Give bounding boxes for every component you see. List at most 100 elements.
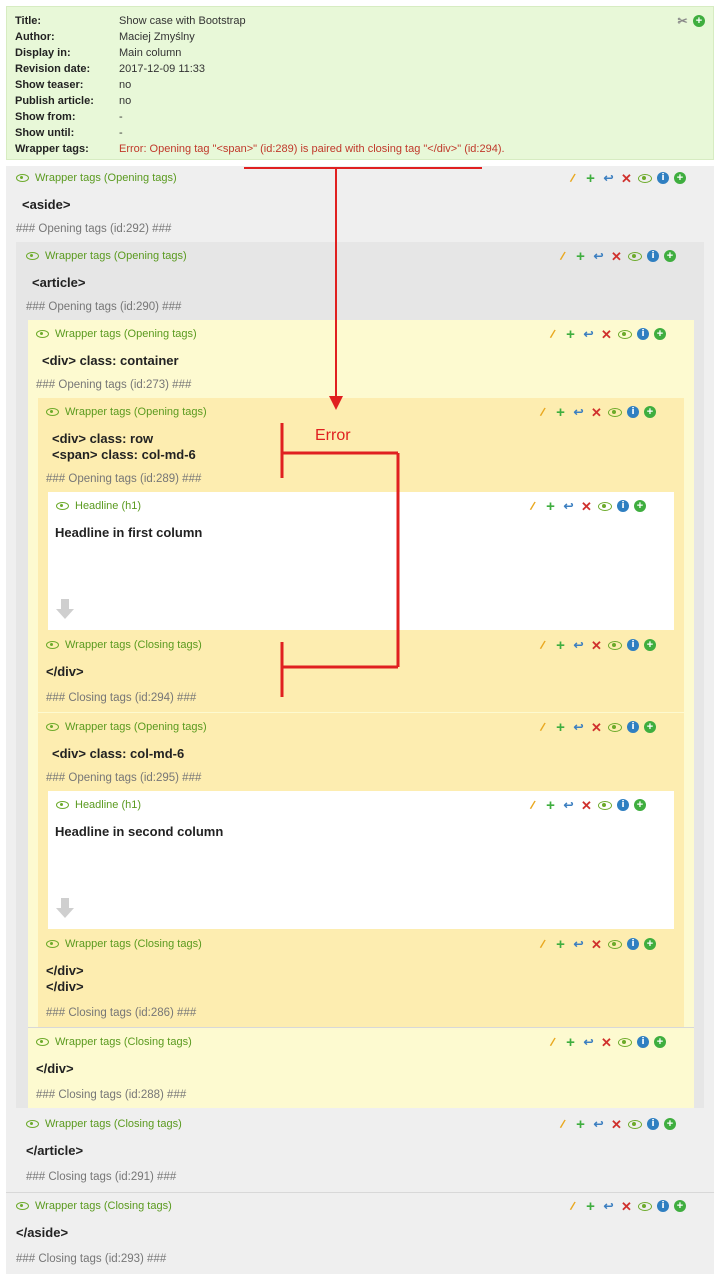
info-icon[interactable]: i [617,500,629,512]
delete-icon[interactable]: ✕ [590,938,603,951]
add-icon[interactable]: + [564,327,577,342]
add-icon[interactable]: + [574,249,587,264]
add-circle-icon[interactable]: + [654,1036,666,1048]
close2-header[interactable]: Wrapper tags (Closing tags) [46,937,202,951]
edit-icon[interactable]: / [544,1034,561,1051]
edit-icon[interactable]: / [534,637,551,654]
visibility-icon[interactable] [618,1037,632,1047]
delete-icon[interactable]: ✕ [580,799,593,812]
delete-icon[interactable]: ✕ [590,639,603,652]
add-circle-icon[interactable]: + [674,1200,686,1212]
info-icon[interactable]: i [637,328,649,340]
edit-icon[interactable]: / [564,1198,581,1215]
add-icon[interactable]: + [554,405,567,420]
visibility-icon[interactable] [598,800,612,810]
list-icon[interactable] [671,329,682,339]
move-icon[interactable]: ↩ [572,405,585,419]
list-icon[interactable] [661,722,672,732]
add-icon[interactable]: + [574,1117,587,1132]
delete-icon[interactable]: ✕ [620,1200,633,1213]
row-open-header[interactable]: Wrapper tags (Opening tags) [46,405,207,419]
visibility-icon[interactable] [638,173,652,183]
list-icon[interactable] [681,251,692,261]
move-icon[interactable]: ↩ [602,1199,615,1213]
visibility-icon[interactable] [618,329,632,339]
list-icon[interactable] [651,501,662,511]
edit-icon[interactable]: / [564,170,581,187]
add-circle-icon[interactable]: + [644,406,656,418]
visibility-icon[interactable] [628,1119,642,1129]
info-icon[interactable]: i [637,1036,649,1048]
add-icon[interactable]: + [554,937,567,952]
edit-icon[interactable]: / [554,248,571,265]
edit-icon[interactable]: / [534,719,551,736]
move-icon[interactable]: ↩ [592,249,605,263]
article-close-header[interactable]: Wrapper tags (Closing tags) [26,1117,182,1131]
add-icon[interactable]: + [584,171,597,186]
edit-icon[interactable]: / [534,404,551,421]
visibility-icon[interactable] [608,407,622,417]
delete-icon[interactable]: ✕ [600,1036,613,1049]
delete-icon[interactable]: ✕ [590,721,603,734]
move-icon[interactable]: ↩ [582,1035,595,1049]
move-down-icon[interactable] [55,897,75,919]
delete-icon[interactable]: ✕ [580,500,593,513]
visibility-icon[interactable] [608,939,622,949]
edit-icon[interactable]: / [524,797,541,814]
info-icon[interactable]: i [657,1200,669,1212]
list-icon[interactable] [691,173,702,183]
list-icon[interactable] [671,1037,682,1047]
visibility-icon[interactable] [638,1201,652,1211]
add-circle-icon[interactable]: + [654,328,666,340]
article-open-header[interactable]: Wrapper tags (Opening tags) [26,249,187,263]
visibility-icon[interactable] [608,722,622,732]
add-circle-icon[interactable]: + [674,172,686,184]
info-icon[interactable]: i [627,938,639,950]
col2-open-header[interactable]: Wrapper tags (Opening tags) [46,720,207,734]
tools-icon[interactable]: ✂ [676,15,689,28]
move-icon[interactable]: ↩ [562,798,575,812]
info-icon[interactable]: i [617,799,629,811]
move-icon[interactable]: ↩ [572,937,585,951]
container-open-header[interactable]: Wrapper tags (Opening tags) [36,327,197,341]
add-icon[interactable]: + [564,1035,577,1050]
delete-icon[interactable]: ✕ [590,406,603,419]
delete-icon[interactable]: ✕ [620,172,633,185]
info-icon[interactable]: i [627,639,639,651]
move-icon[interactable]: ↩ [572,720,585,734]
edit-icon[interactable]: / [524,498,541,515]
add-circle-icon[interactable]: + [644,721,656,733]
delete-icon[interactable]: ✕ [610,1118,623,1131]
add-icon[interactable]: + [554,720,567,735]
info-icon[interactable]: i [627,721,639,733]
list-icon[interactable] [691,1201,702,1211]
edit-icon[interactable]: / [554,1116,571,1133]
list-icon[interactable] [681,1119,692,1129]
add-circle-icon[interactable]: + [693,15,705,27]
close1-header[interactable]: Wrapper tags (Closing tags) [46,638,202,652]
add-circle-icon[interactable]: + [664,250,676,262]
move-icon[interactable]: ↩ [602,171,615,185]
list-icon[interactable] [661,407,672,417]
visibility-icon[interactable] [608,640,622,650]
move-icon[interactable]: ↩ [592,1117,605,1131]
move-icon[interactable]: ↩ [562,499,575,513]
headline1-header[interactable]: Headline (h1) [56,499,141,513]
add-circle-icon[interactable]: + [634,500,646,512]
visibility-icon[interactable] [598,501,612,511]
aside-close-header[interactable]: Wrapper tags (Closing tags) [16,1199,172,1213]
move-icon[interactable]: ↩ [582,327,595,341]
add-icon[interactable]: + [544,499,557,514]
info-icon[interactable]: i [647,1118,659,1130]
info-icon[interactable]: i [647,250,659,262]
move-down-icon[interactable] [55,598,75,620]
visibility-icon[interactable] [628,251,642,261]
list-icon[interactable] [651,800,662,810]
info-icon[interactable]: i [657,172,669,184]
move-icon[interactable]: ↩ [572,638,585,652]
add-circle-icon[interactable]: + [644,938,656,950]
list-icon[interactable] [661,939,672,949]
delete-icon[interactable]: ✕ [610,250,623,263]
delete-icon[interactable]: ✕ [600,328,613,341]
info-icon[interactable]: i [627,406,639,418]
